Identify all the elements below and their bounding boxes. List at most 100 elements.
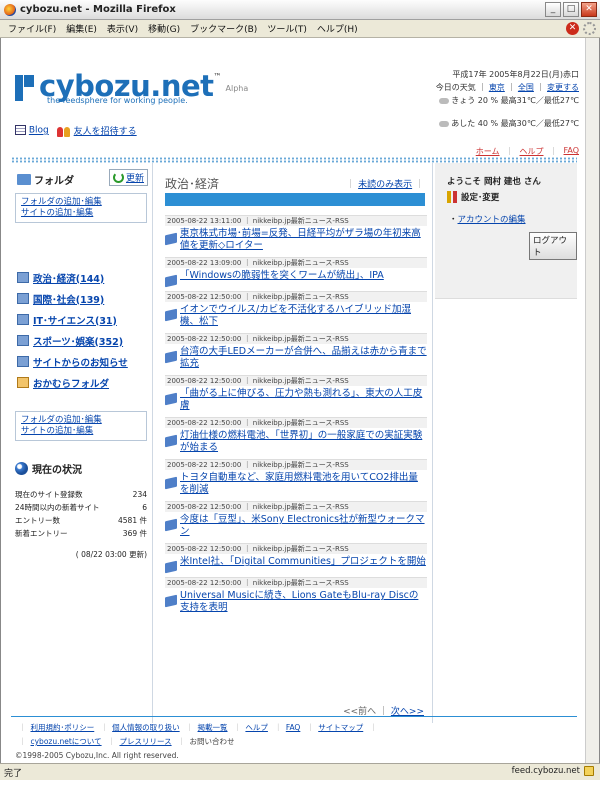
entry-title-link[interactable]: Universal Musicに続き、Lions GateもBlu-ray Di… — [165, 588, 427, 614]
close-button[interactable]: ✕ — [581, 2, 597, 17]
entry-item: 2005-08-22 13:11:00 ｜ nikkeibp.jp最新ニュース-… — [165, 215, 427, 252]
folder-item-okamura[interactable]: おかむらフォルダ — [17, 372, 128, 393]
folder-item-sports[interactable]: スポーツ･娯楽(352) — [17, 330, 128, 351]
article-icon — [165, 594, 177, 608]
footer-link-terms[interactable]: 利用規約･ポリシー — [31, 723, 95, 732]
weather-box: 平成17年 2005年8月22日(月)赤口 今日の天気 ｜ 東京 ｜ 全国 ｜ … — [399, 68, 579, 130]
minimize-button[interactable]: _ — [545, 2, 561, 17]
stop-icon[interactable]: ✕ — [566, 22, 579, 35]
entry-title-link[interactable]: イオンでウイルス/カビを不活化するハイブリッド加湿機、松下 — [165, 302, 427, 328]
entry-item: 2005-08-22 12:50:00 ｜ nikkeibp.jp最新ニュース-… — [165, 417, 427, 454]
footer-link-listing[interactable]: 掲載一覧 — [198, 723, 228, 732]
weather-today: きょう 20 % 最高31℃／最低27℃ — [451, 96, 579, 105]
footer-link-privacy[interactable]: 個人情報の取り扱い — [112, 723, 180, 732]
welcome-text: ようこそ 岡村 建也 さん — [447, 177, 541, 187]
entry-meta: 2005-08-22 12:50:00 ｜ nikkeibp.jp最新ニュース-… — [165, 577, 427, 588]
add-folder-link[interactable]: フォルダの追加･編集 — [21, 197, 141, 208]
stat-row: エントリー数 4581 件 — [15, 516, 147, 525]
footer-link-sitemap[interactable]: サイトマップ — [318, 723, 363, 732]
page-title: 政治･経済 — [165, 177, 220, 191]
article-icon — [165, 434, 177, 448]
refresh-icon — [112, 172, 124, 183]
window-titlebar: cybozu.net - Mozilla Firefox _ □ ✕ — [0, 0, 600, 20]
weather-region-all[interactable]: 全国 — [518, 83, 534, 92]
folder-item-it-science[interactable]: IT･サイエンス(31) — [17, 309, 128, 330]
status-heading: 現在の状況 — [15, 461, 82, 476]
folder-heading: フォルダ — [17, 172, 74, 187]
maximize-button[interactable]: □ — [563, 2, 579, 17]
add-site-link[interactable]: サイトの追加･編集 — [21, 208, 141, 219]
entry-item: 2005-08-22 12:50:00 ｜ nikkeibp.jp最新ニュース-… — [165, 375, 427, 412]
blog-link[interactable]: Blog — [15, 125, 49, 136]
footer-link-press[interactable]: プレスリリース — [119, 737, 171, 746]
entry-list: 2005-08-22 13:11:00 ｜ nikkeibp.jp最新ニュース-… — [165, 215, 427, 619]
entry-title-link[interactable]: トヨタ自動車など、家庭用燃料電池を用いてCO2排出量を削減 — [165, 470, 427, 496]
menu-file[interactable]: ファイル(F) — [3, 22, 61, 35]
entry-item: 2005-08-22 12:50:00 ｜ nikkeibp.jp最新ニュース-… — [165, 333, 427, 370]
logout-button[interactable]: ログアウト — [529, 232, 577, 260]
invite-link[interactable]: 友人を招待する — [56, 124, 137, 137]
entry-title-text[interactable]: トヨタ自動車など、家庭用燃料電池を用いてCO2排出量を削減 — [180, 472, 427, 496]
friends-icon — [56, 126, 71, 137]
logo-mark-icon — [15, 75, 35, 101]
menu-view[interactable]: 表示(V) — [102, 22, 143, 35]
weather-region-tokyo[interactable]: 東京 — [489, 83, 505, 92]
home-link[interactable]: ホーム — [476, 146, 500, 157]
entry-meta: 2005-08-22 12:50:00 ｜ nikkeibp.jp最新ニュース-… — [165, 501, 427, 512]
folder-item-politics[interactable]: 政治･経済(144) — [17, 267, 128, 288]
add-folder-link[interactable]: フォルダの追加･編集 — [21, 415, 141, 426]
entry-title-text[interactable]: 東京株式市場･前場=反発、日経平均がザラ場の年初来高値を更新◇ロイター — [180, 228, 427, 252]
tools-icon — [447, 191, 457, 203]
footer-link-help[interactable]: ヘルプ — [245, 723, 268, 732]
faq-link[interactable]: FAQ — [564, 146, 580, 157]
entry-title-text[interactable]: 「曲がる上に伸びる、圧力や熱も測れる」、東大の人工皮膚 — [180, 388, 427, 412]
entry-title-link[interactable]: 東京株式市場･前場=反発、日経平均がザラ場の年初来高値を更新◇ロイター — [165, 226, 427, 252]
cloud-icon — [438, 120, 449, 127]
footer-contact[interactable]: お問い合わせ — [189, 737, 234, 746]
menu-help[interactable]: ヘルプ(H) — [312, 22, 363, 35]
entry-title-text[interactable]: 今度は「豆型」、米Sony Electronics社が新型ウォークマン — [180, 514, 427, 538]
article-icon — [165, 560, 177, 574]
lock-icon[interactable] — [584, 766, 594, 776]
entry-item: 2005-08-22 12:50:00 ｜ nikkeibp.jp最新ニュース-… — [165, 543, 427, 574]
add-site-link[interactable]: サイトの追加･編集 — [21, 426, 141, 437]
folder-item-international[interactable]: 国際･社会(139) — [17, 288, 128, 309]
entry-title-text[interactable]: Universal Musicに続き、Lions GateもBlu-ray Di… — [180, 590, 427, 614]
entry-title-link[interactable]: 今度は「豆型」、米Sony Electronics社が新型ウォークマン — [165, 512, 427, 538]
folder-item-site-news[interactable]: サイトからのお知らせ — [17, 351, 128, 372]
footer-link-about[interactable]: cybozu.netについて — [31, 737, 102, 746]
weather-change-link[interactable]: 変更する — [547, 83, 579, 92]
entry-title-link[interactable]: 米Intel社、「Digital Communities」プロジェクトを開始 — [165, 554, 427, 574]
account-edit-link[interactable]: アカウントの編集 — [458, 215, 526, 225]
unread-only-link[interactable]: 未読のみ表示 — [358, 180, 412, 190]
folder-icon — [17, 293, 29, 304]
settings-heading: 設定･変更 — [447, 191, 499, 203]
entry-title-link[interactable]: 「曲がる上に伸びる、圧力や熱も測れる」、東大の人工皮膚 — [165, 386, 427, 412]
entry-item: 2005-08-22 12:50:00 ｜ nikkeibp.jp最新ニュース-… — [165, 501, 427, 538]
folder-icon — [17, 335, 29, 346]
update-button[interactable]: 更新 — [108, 169, 148, 186]
entry-meta: 2005-08-22 12:50:00 ｜ nikkeibp.jp最新ニュース-… — [165, 375, 427, 386]
vertical-scrollbar[interactable] — [585, 38, 599, 763]
page-viewport: cybozu.net ™ Alpha the feedsphere for wo… — [0, 38, 600, 763]
entry-title-link[interactable]: 灯油仕様の燃料電池、「世界初」の一般家庭での実証実験が始まる — [165, 428, 427, 454]
menu-edit[interactable]: 編集(E) — [61, 22, 102, 35]
entry-title-text[interactable]: 台湾の大手LEDメーカーが合併へ、品揃えは赤から青まで拡充 — [180, 346, 427, 370]
entry-title-text[interactable]: 米Intel社、「Digital Communities」プロジェクトを開始 — [180, 556, 426, 568]
entry-title-link[interactable]: 「Windowsの脆弱性を突くワームが続出」、IPA — [165, 268, 427, 288]
add-box-top: フォルダの追加･編集 サイトの追加･編集 — [15, 193, 147, 223]
entry-title-link[interactable]: 台湾の大手LEDメーカーが合併へ、品揃えは赤から青まで拡充 — [165, 344, 427, 370]
logo-trademark: ™ — [213, 72, 222, 81]
article-icon — [165, 518, 177, 532]
menu-tools[interactable]: ツール(T) — [262, 22, 312, 35]
entry-title-text[interactable]: 灯油仕様の燃料電池、「世界初」の一般家庭での実証実験が始まる — [180, 430, 427, 454]
menu-go[interactable]: 移動(G) — [143, 22, 185, 35]
article-icon — [165, 274, 177, 288]
entry-title-text[interactable]: イオンでウイルス/カビを不活化するハイブリッド加湿機、松下 — [180, 304, 427, 328]
title-bar-accent — [165, 193, 425, 206]
help-link[interactable]: ヘルプ — [520, 146, 544, 157]
left-sidebar: フォルダ 更新 フォルダの追加･編集 サイトの追加･編集 政治･経済(144) … — [11, 163, 153, 723]
menu-bookmarks[interactable]: ブックマーク(B) — [185, 22, 262, 35]
entry-title-text[interactable]: 「Windowsの脆弱性を突くワームが続出」、IPA — [180, 270, 384, 282]
footer-link-faq[interactable]: FAQ — [286, 723, 301, 732]
